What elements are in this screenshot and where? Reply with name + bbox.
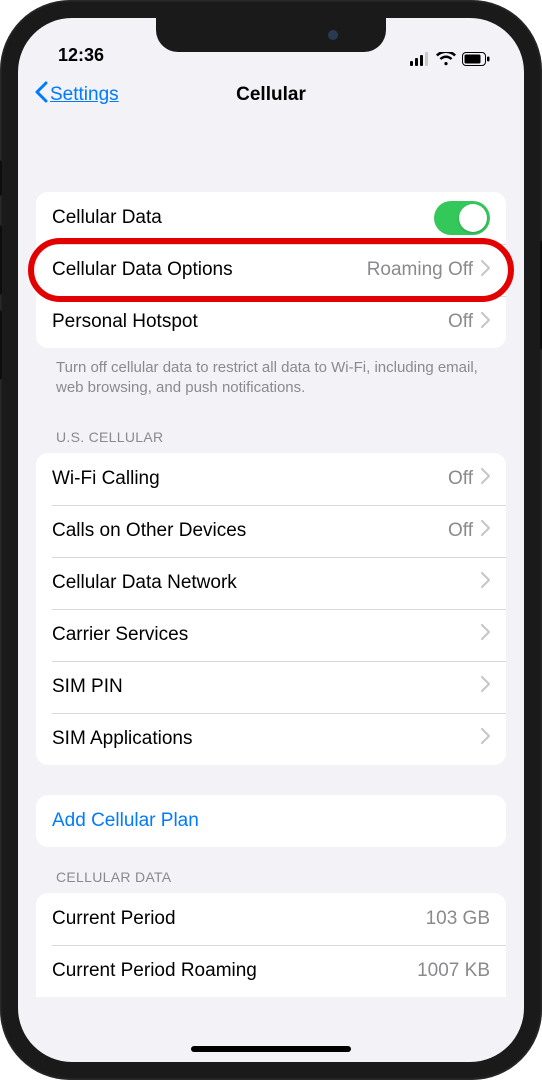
row-current-period-roaming[interactable]: Current Period Roaming 1007 KB xyxy=(36,945,506,997)
row-label: Current Period xyxy=(52,908,426,930)
row-label: SIM PIN xyxy=(52,676,481,698)
row-value: 1007 KB xyxy=(417,960,490,982)
row-wifi-calling[interactable]: Wi-Fi Calling Off xyxy=(36,453,506,505)
cellular-data-toggle[interactable] xyxy=(434,201,490,235)
chevron-right-icon xyxy=(481,676,490,697)
cellular-signal-icon xyxy=(410,52,430,66)
row-cellular-data-network[interactable]: Cellular Data Network xyxy=(36,557,506,609)
row-cellular-data-options[interactable]: Cellular Data Options Roaming Off xyxy=(36,244,506,296)
chevron-right-icon xyxy=(481,468,490,489)
chevron-left-icon xyxy=(34,81,48,109)
chevron-right-icon xyxy=(481,260,490,281)
row-add-cellular-plan[interactable]: Add Cellular Plan xyxy=(36,795,506,847)
row-cellular-data[interactable]: Cellular Data xyxy=(36,192,506,244)
back-button[interactable]: Settings xyxy=(34,81,119,109)
section-header-carrier: U.S. CELLULAR xyxy=(36,399,506,453)
row-current-period[interactable]: Current Period 103 GB xyxy=(36,893,506,945)
row-personal-hotspot[interactable]: Personal Hotspot Off xyxy=(36,296,506,348)
group-cellular-main: Cellular Data Cellular Data Options Roam… xyxy=(36,192,506,348)
wifi-icon xyxy=(436,52,456,66)
row-label: Cellular Data Options xyxy=(52,259,367,281)
chevron-right-icon xyxy=(481,312,490,333)
battery-icon xyxy=(462,52,490,66)
group-add-plan: Add Cellular Plan xyxy=(36,795,506,847)
group-usage: Current Period 103 GB Current Period Roa… xyxy=(36,893,506,997)
row-value: Off xyxy=(448,520,473,542)
back-label: Settings xyxy=(50,84,119,106)
row-label: Personal Hotspot xyxy=(52,311,448,333)
device-notch xyxy=(156,18,386,52)
row-sim-pin[interactable]: SIM PIN xyxy=(36,661,506,713)
home-indicator[interactable] xyxy=(191,1046,351,1052)
row-label: Current Period Roaming xyxy=(52,960,417,982)
row-label: Calls on Other Devices xyxy=(52,520,448,542)
navigation-bar: Settings Cellular xyxy=(18,68,524,122)
chevron-right-icon xyxy=(481,624,490,645)
row-sim-applications[interactable]: SIM Applications xyxy=(36,713,506,765)
chevron-right-icon xyxy=(481,520,490,541)
chevron-right-icon xyxy=(481,572,490,593)
row-label: Carrier Services xyxy=(52,624,481,646)
row-label: Cellular Data xyxy=(52,207,434,229)
row-value: 103 GB xyxy=(426,908,490,930)
row-value: Roaming Off xyxy=(367,259,473,281)
status-time: 12:36 xyxy=(52,45,104,66)
group-carrier: Wi-Fi Calling Off Calls on Other Devices… xyxy=(36,453,506,765)
row-label: Cellular Data Network xyxy=(52,572,481,594)
row-label: SIM Applications xyxy=(52,728,481,750)
row-value: Off xyxy=(448,468,473,490)
row-carrier-services[interactable]: Carrier Services xyxy=(36,609,506,661)
row-label: Wi-Fi Calling xyxy=(52,468,448,490)
row-link-label: Add Cellular Plan xyxy=(52,810,199,832)
row-value: Off xyxy=(448,311,473,333)
section-header-usage: CELLULAR DATA xyxy=(36,847,506,893)
chevron-right-icon xyxy=(481,728,490,749)
row-calls-other-devices[interactable]: Calls on Other Devices Off xyxy=(36,505,506,557)
group-footer-text: Turn off cellular data to restrict all d… xyxy=(36,348,506,399)
page-title: Cellular xyxy=(236,84,306,106)
